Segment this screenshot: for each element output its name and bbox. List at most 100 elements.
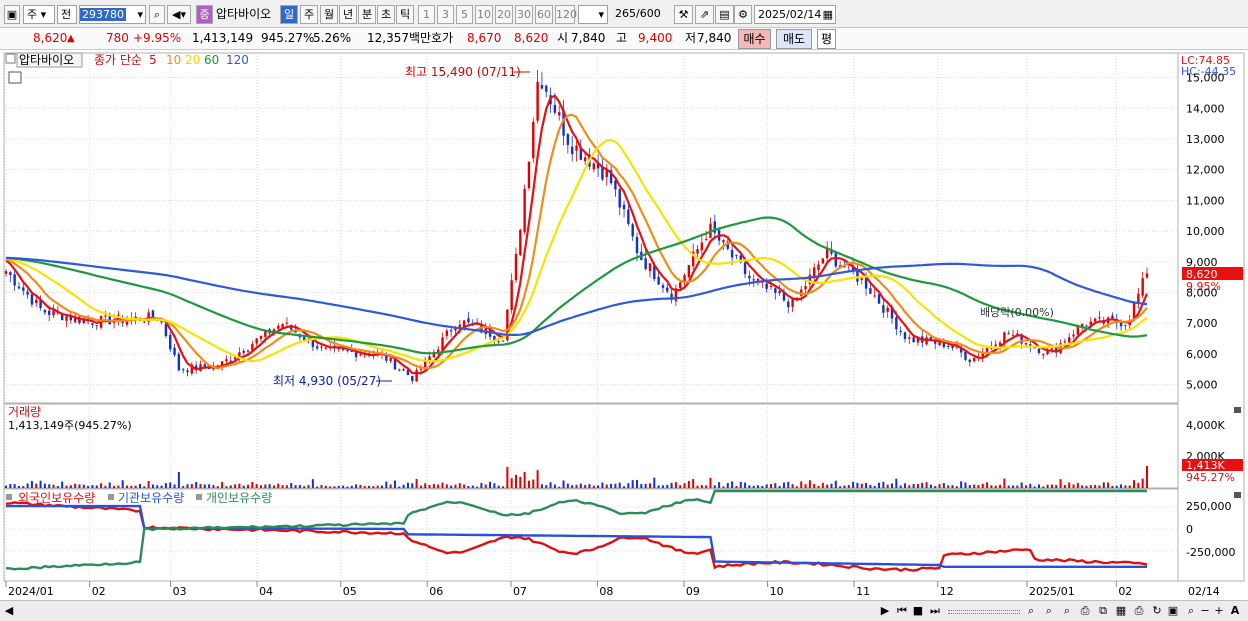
scroll-right-icon[interactable]: ▶ [880, 603, 890, 619]
volume-bar [1007, 485, 1010, 488]
buy-button[interactable]: 매수 [738, 29, 771, 49]
panel-close-icon[interactable] [1234, 492, 1241, 498]
fast-forward-icon[interactable]: ⏭ [928, 603, 942, 619]
zoom-fit-icon[interactable]: ⌕ [1060, 603, 1074, 619]
date-input[interactable]: 2025/02/14 ▦ [754, 5, 836, 24]
volume-bar [545, 485, 548, 488]
interval-5-button[interactable]: 5 [456, 5, 473, 24]
layout-icon[interactable]: ▣ [1166, 603, 1180, 619]
volume-bar [986, 482, 989, 488]
candle [886, 307, 889, 312]
interval-30-button[interactable]: 30 [515, 5, 533, 24]
scroll-left-icon[interactable]: ◀ [4, 603, 14, 619]
volume-bar [1111, 485, 1114, 488]
period-day-button[interactable]: 일 [280, 5, 298, 24]
volume-bar [709, 477, 712, 488]
stock-chart[interactable]: 압타바이오 종가 단순 5 10 20 60 120 LC:74.85 HC:-… [0, 50, 1248, 600]
volume-bar [130, 485, 133, 488]
market-select[interactable]: 주 ▾ [23, 5, 55, 24]
candle [813, 267, 816, 277]
zoom-slider[interactable] [948, 610, 1020, 614]
stock-code-input[interactable]: 293780 ▾ [79, 5, 146, 24]
sell-button[interactable]: 매도 [776, 29, 812, 49]
volume-bar [476, 486, 479, 488]
volume-bar [497, 485, 500, 488]
candle [493, 336, 496, 340]
x-axis-label: 10 [770, 585, 784, 598]
volume-bar [886, 484, 889, 488]
refresh-icon[interactable]: ↻ [1150, 603, 1164, 619]
volume-bar [925, 482, 928, 488]
period-second-button[interactable]: 초 [377, 5, 395, 24]
stock-name: 압타바이오 [216, 7, 272, 21]
font-size-icon[interactable]: A [1228, 603, 1242, 619]
volume-bar [791, 484, 794, 488]
interval-120-button[interactable]: 120 [555, 5, 577, 24]
panel-close-icon[interactable] [1234, 407, 1241, 413]
volume-bar [1137, 482, 1140, 488]
price-axis-label: 14,000 [1186, 102, 1225, 115]
candle [622, 204, 626, 210]
interval-1-button[interactable]: 1 [418, 5, 435, 24]
chevron-down-icon: ▾ [598, 8, 604, 21]
search-icon[interactable]: ⌕ [149, 5, 165, 24]
volume-bar [683, 483, 686, 488]
candle [1098, 317, 1101, 319]
chart-scrollbar[interactable]: ◀ ▶ ⏮ ■ ⏭ ⌕ ⌕ ⌕ ⎙ ⧉ ▦ ⎙ ↻ ▣ ⌕ − + A [0, 600, 1248, 621]
volume-bar [259, 485, 262, 488]
stop-icon[interactable]: ■ [912, 603, 924, 619]
chevron-down-icon: ▾ [137, 8, 143, 21]
price-axis-label: 6,000 [1186, 348, 1218, 361]
volume-bar [1133, 480, 1136, 488]
candle [22, 287, 25, 291]
tools-icon[interactable]: ⚒ [674, 5, 693, 24]
period-minute-button[interactable]: 분 [358, 5, 376, 24]
candle [877, 294, 881, 304]
minus-icon[interactable]: − [1200, 603, 1210, 619]
interval-3-button[interactable]: 3 [437, 5, 454, 24]
price-axis-label: 13,000 [1186, 133, 1225, 146]
zoom-out-icon[interactable]: ⌕ [1024, 603, 1038, 619]
period-month-button[interactable]: 월 [320, 5, 338, 24]
window-menu-icon[interactable]: ▣ [4, 5, 20, 24]
grid-icon[interactable]: ▦ [1114, 603, 1128, 619]
volume-last-ratio: 945.27% [1186, 471, 1235, 484]
period-week-button[interactable]: 주 [300, 5, 318, 24]
interval-60-button[interactable]: 60 [535, 5, 553, 24]
volume-bar [151, 484, 154, 488]
screenshot-icon[interactable]: ⎙ [1078, 603, 1092, 619]
candle [873, 295, 876, 297]
evaluate-button[interactable]: 평 [817, 29, 836, 49]
candle [523, 188, 526, 232]
interval-custom-select[interactable]: ▾ [578, 5, 608, 24]
volume-bar [56, 486, 59, 488]
volume-bar [679, 485, 682, 488]
count-max: /600 [636, 7, 661, 20]
speaker-icon[interactable]: ◀▾ [167, 5, 191, 24]
candle [804, 286, 807, 290]
volume-bar [540, 484, 543, 488]
table-icon[interactable] [8, 71, 22, 84]
volume-bar [169, 482, 172, 488]
save-icon[interactable]: ▤ [715, 5, 734, 24]
count-field[interactable]: 265/600 [612, 5, 667, 24]
volume-bar [225, 486, 228, 488]
gear-icon[interactable]: ⚙ [734, 5, 752, 24]
interval-20-button[interactable]: 20 [495, 5, 513, 24]
rewind-icon[interactable]: ⏮ [895, 603, 909, 619]
period-year-button[interactable]: 년 [339, 5, 357, 24]
zoom-in-icon[interactable]: ⌕ [1042, 603, 1056, 619]
interval-10-button[interactable]: 10 [475, 5, 493, 24]
copy-icon[interactable]: ⧉ [1096, 603, 1110, 619]
candle [501, 340, 505, 342]
volume-bar [1102, 482, 1105, 488]
price-axis-label: 8,000 [1186, 286, 1218, 299]
search-icon[interactable]: ⌕ [1184, 603, 1198, 619]
volume-bar [916, 483, 919, 488]
chart-line-icon[interactable]: ⇗ [695, 5, 714, 24]
volume-bar [402, 484, 405, 488]
print-icon[interactable]: ⎙ [1132, 603, 1146, 619]
prev-button[interactable]: 전 [57, 5, 77, 24]
period-tick-button[interactable]: 틱 [396, 5, 414, 24]
plus-icon[interactable]: + [1214, 603, 1224, 619]
